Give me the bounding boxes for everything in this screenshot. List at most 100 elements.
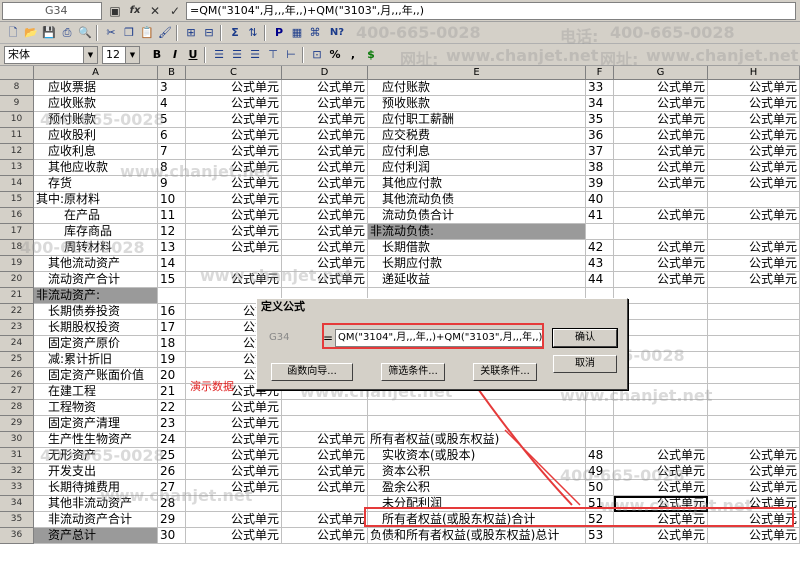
row-number[interactable]: 33 [0, 480, 34, 496]
cell-d[interactable]: 公式单元 [282, 448, 368, 464]
row-number[interactable]: 24 [0, 336, 34, 352]
cell-c[interactable]: 公式单元 [186, 160, 282, 176]
cell-a[interactable]: 固定资产账面价值 [34, 368, 158, 384]
cell-d[interactable] [282, 400, 368, 416]
cell-d[interactable]: 公式单元 [282, 208, 368, 224]
column-header-b[interactable]: B [158, 66, 186, 80]
cell-e[interactable]: 递延收益 [368, 272, 586, 288]
save-icon[interactable]: ▣ [106, 2, 124, 20]
cell-h[interactable] [708, 400, 800, 416]
cell-d[interactable]: 公式单元 [282, 224, 368, 240]
cell-c[interactable] [186, 496, 282, 512]
row-number[interactable]: 16 [0, 208, 34, 224]
cell-h[interactable]: 公式单元 [708, 128, 800, 144]
paste-icon[interactable]: 📋 [138, 24, 156, 42]
cell-b[interactable]: 29 [158, 512, 186, 528]
cell-h[interactable]: 公式单元 [708, 528, 800, 544]
cell-b[interactable]: 24 [158, 432, 186, 448]
cell-c[interactable]: 公式单元 [186, 480, 282, 496]
cell-c[interactable] [186, 256, 282, 272]
row-number[interactable]: 19 [0, 256, 34, 272]
cell-g[interactable]: 公式单元 [614, 112, 708, 128]
cell-d[interactable]: 公式单元 [282, 512, 368, 528]
row-number[interactable]: 13 [0, 160, 34, 176]
cell-b[interactable]: 30 [158, 528, 186, 544]
confirm-edit-button[interactable]: ✓ [166, 2, 184, 20]
sum-icon[interactable]: Σ [226, 24, 244, 42]
cell-h[interactable]: 公式单元 [708, 208, 800, 224]
cell-g[interactable]: 公式单元 [614, 480, 708, 496]
row-number[interactable]: 15 [0, 192, 34, 208]
cell-d[interactable]: 公式单元 [282, 160, 368, 176]
row-number[interactable]: 31 [0, 448, 34, 464]
column-header-f[interactable]: F [586, 66, 614, 80]
cell-g[interactable]: 公式单元 [614, 448, 708, 464]
cell-a[interactable]: 工程物资 [34, 400, 158, 416]
cell-a[interactable]: 其他非流动资产 [34, 496, 158, 512]
delete-rows-icon[interactable]: ⊟ [200, 24, 218, 42]
italic-button[interactable]: I [166, 46, 184, 64]
cell-e[interactable] [368, 400, 586, 416]
cell-e[interactable]: 应交税费 [368, 128, 586, 144]
cell-h[interactable]: 公式单元 [708, 480, 800, 496]
log-icon[interactable]: ⌘ [306, 24, 324, 42]
font-size-select[interactable]: 12 ▼ [102, 46, 140, 64]
filter-conditions-button[interactable]: 筛选条件... [381, 363, 445, 381]
cell-g[interactable]: 公式单元 [614, 240, 708, 256]
cell-a[interactable]: 固定资产原价 [34, 336, 158, 352]
row-number[interactable]: 25 [0, 352, 34, 368]
cell-b[interactable]: 11 [158, 208, 186, 224]
cell-e[interactable]: 盈余公积 [368, 480, 586, 496]
cell-h[interactable]: 公式单元 [708, 144, 800, 160]
cell-f[interactable]: 38 [586, 160, 614, 176]
cell-e[interactable]: 应付职工薪酬 [368, 112, 586, 128]
row-number[interactable]: 26 [0, 368, 34, 384]
percent-button[interactable]: % [326, 46, 344, 64]
cell-h[interactable] [708, 384, 800, 400]
cell-a[interactable]: 存货 [34, 176, 158, 192]
cell-a[interactable]: 资产总计 [34, 528, 158, 544]
cell-c[interactable]: 公式单元 [186, 176, 282, 192]
row-number[interactable]: 14 [0, 176, 34, 192]
cell-b[interactable]: 5 [158, 112, 186, 128]
cell-g[interactable]: 公式单元 [614, 464, 708, 480]
cell-g[interactable] [614, 288, 708, 304]
cell-a[interactable]: 在产品 [34, 208, 158, 224]
cell-c[interactable]: 公式单元 [186, 112, 282, 128]
row-number[interactable]: 23 [0, 320, 34, 336]
row-number[interactable]: 21 [0, 288, 34, 304]
cell-g[interactable] [614, 432, 708, 448]
cell-a[interactable]: 无形资产 [34, 448, 158, 464]
row-number[interactable]: 18 [0, 240, 34, 256]
cell-g[interactable] [614, 384, 708, 400]
relation-conditions-button[interactable]: 关联条件... [473, 363, 537, 381]
cell-d[interactable]: 公式单元 [282, 112, 368, 128]
cell-c[interactable]: 公式单元 [186, 96, 282, 112]
cell-h[interactable]: 公式单元 [708, 512, 800, 528]
cell-c[interactable]: 公式单元 [186, 272, 282, 288]
cell-d[interactable]: 公式单元 [282, 432, 368, 448]
cell-b[interactable]: 17 [158, 320, 186, 336]
cell-a[interactable]: 应收账款 [34, 96, 158, 112]
cell-f[interactable]: 53 [586, 528, 614, 544]
cell-a[interactable]: 应收股利 [34, 128, 158, 144]
cell-h[interactable] [708, 352, 800, 368]
cell-a[interactable]: 流动资产合计 [34, 272, 158, 288]
cell-h[interactable]: 公式单元 [708, 96, 800, 112]
cell-d[interactable]: 公式单元 [282, 464, 368, 480]
cell-h[interactable] [708, 304, 800, 320]
cell-a[interactable]: 应收票据 [34, 80, 158, 96]
cell-c[interactable]: 公式单元 [186, 464, 282, 480]
cell-c[interactable]: 公式单元 [186, 512, 282, 528]
cell-d[interactable]: 公式单元 [282, 480, 368, 496]
cell-g[interactable]: 公式单元 [614, 144, 708, 160]
cell-d[interactable]: 公式单元 [282, 256, 368, 272]
graph-icon[interactable]: ▦ [288, 24, 306, 42]
vertical-align-icon[interactable]: ⊤ [264, 46, 282, 64]
cell-b[interactable]: 21 [158, 384, 186, 400]
cell-e[interactable]: 应付利息 [368, 144, 586, 160]
cell-d[interactable]: 公式单元 [282, 192, 368, 208]
cell-g[interactable]: 公式单元 [614, 96, 708, 112]
cell-h[interactable]: 公式单元 [708, 256, 800, 272]
cell-c[interactable]: 公式单元 [186, 208, 282, 224]
